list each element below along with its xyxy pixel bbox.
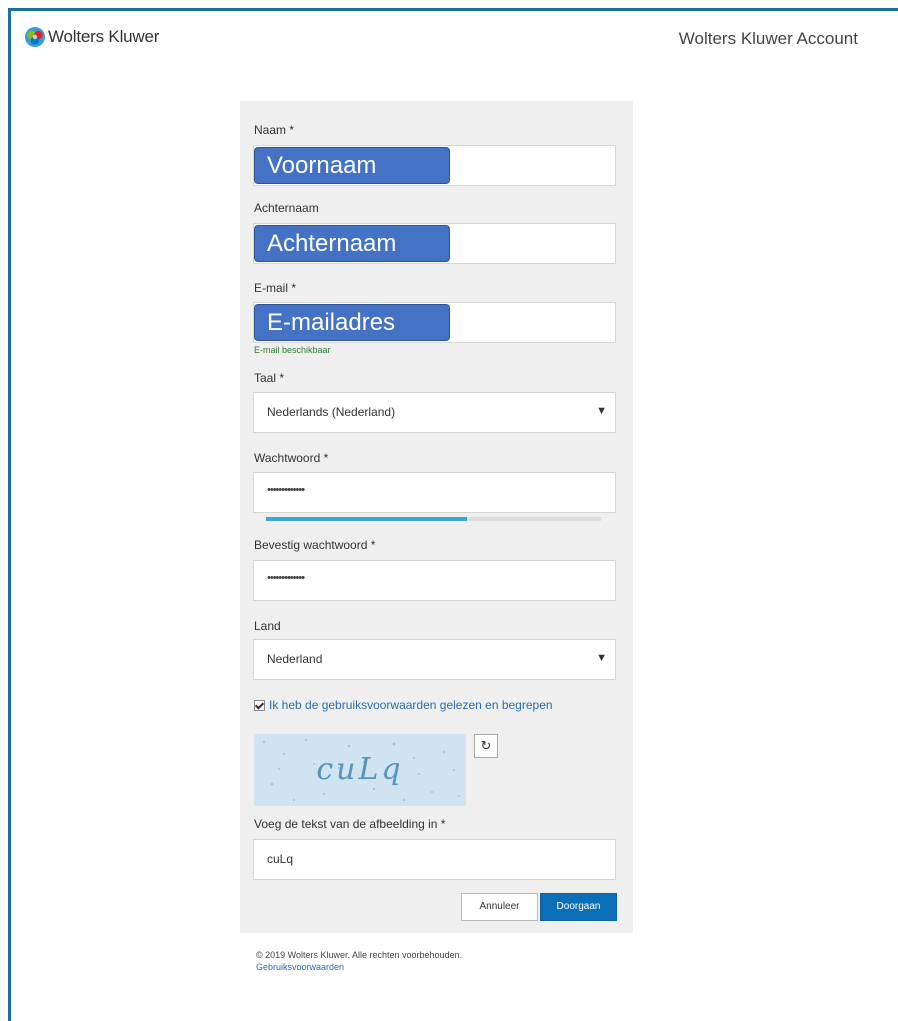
password-value: ••••••••••••• (267, 484, 305, 496)
wolters-kluwer-logo-icon (25, 27, 45, 47)
email-available-hint: E-mail beschikbaar (254, 345, 331, 355)
captcha-input-label: Voeg de tekst van de afbeelding in * (254, 817, 446, 831)
refresh-captcha-button[interactable]: ↻ (474, 734, 498, 758)
terms-of-use-link[interactable]: Gebruiksvoorwaarden (256, 961, 462, 973)
confirm-password-value: ••••••••••••• (267, 572, 305, 584)
first-name-input[interactable]: Voornaam (253, 145, 616, 186)
password-strength-fill (266, 517, 467, 521)
captcha-text: cuLq (316, 752, 404, 787)
captcha-input[interactable]: cuLq (253, 839, 616, 880)
terms-link[interactable]: Ik heb de gebruiksvoorwaarden gelezen en… (269, 698, 553, 712)
email-label: E-mail * (254, 281, 297, 295)
chevron-down-icon: ▼ (596, 652, 607, 664)
language-selected: Nederlands (Nederland) (267, 405, 396, 419)
confirm-password-input[interactable]: ••••••••••••• (253, 560, 616, 601)
continue-button[interactable]: Doorgaan (540, 893, 617, 921)
password-input[interactable]: ••••••••••••• (253, 472, 616, 513)
last-name-input[interactable]: Achternaam (253, 223, 616, 264)
registration-form: Naam * Voornaam Achternaam Achternaam E-… (240, 101, 633, 933)
chevron-down-icon: ▼ (596, 405, 607, 417)
refresh-icon: ↻ (480, 738, 492, 753)
cancel-button[interactable]: Annuleer (461, 893, 538, 921)
terms-row: Ik heb de gebruiksvoorwaarden gelezen en… (254, 698, 553, 712)
account-title: Wolters Kluwer Account (678, 29, 858, 48)
first-name-label: Naam * (254, 123, 295, 137)
captcha-input-value: cuLq (267, 852, 294, 866)
brand-name: Wolters Kluwer (48, 27, 160, 46)
footer: © 2019 Wolters Kluwer. Alle rechten voor… (256, 949, 462, 973)
password-label: Wachtwoord * (254, 451, 329, 465)
country-selected: Nederland (267, 652, 323, 666)
captcha-image: cuLq (254, 734, 466, 806)
brand-logo[interactable]: Wolters Kluwer (24, 26, 159, 48)
email-overlay: E-mailadres (254, 304, 450, 341)
terms-checkbox[interactable] (254, 699, 265, 711)
email-input[interactable]: E-mailadres (253, 302, 616, 343)
last-name-overlay: Achternaam (254, 225, 450, 262)
country-label: Land (254, 619, 281, 633)
password-strength-meter (266, 517, 601, 521)
copyright-text: © 2019 Wolters Kluwer. Alle rechten voor… (256, 950, 463, 960)
language-label: Taal * (254, 371, 285, 385)
first-name-overlay: Voornaam (254, 147, 450, 184)
last-name-label: Achternaam (254, 201, 319, 215)
language-select[interactable]: Nederlands (Nederland) ▼ (253, 392, 616, 433)
country-select[interactable]: Nederland ▼ (253, 639, 616, 680)
confirm-password-label: Bevestig wachtwoord * (254, 538, 376, 552)
top-bar: Wolters Kluwer Wolters Kluwer Account (24, 26, 858, 62)
